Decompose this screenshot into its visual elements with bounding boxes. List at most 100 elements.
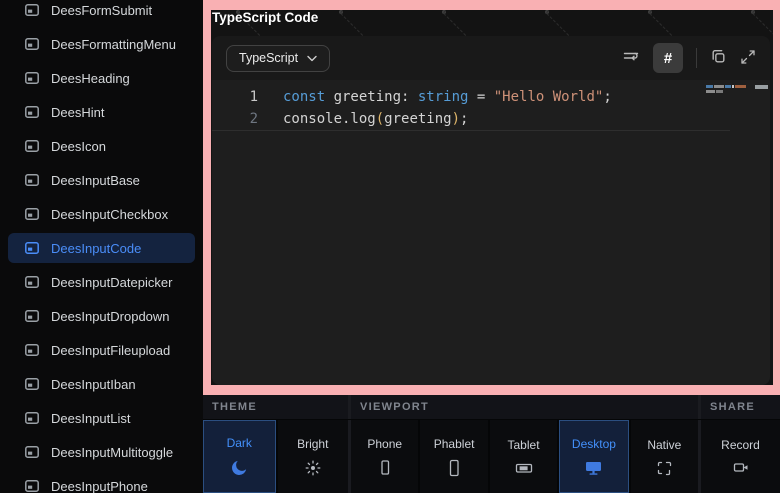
sidebar-item-label: DeesIcon: [51, 139, 106, 154]
sidebar-item-label: DeesInputDatepicker: [51, 275, 172, 290]
sidebar-item-DeesFormattingMenu[interactable]: DeesFormattingMenu: [8, 29, 195, 59]
bottom-toolbar: THEMEVIEWPORTSHARE Dark Bright Phone Phable…: [203, 395, 780, 493]
phablet-button[interactable]: Phablet: [420, 420, 487, 493]
line-number: 2: [212, 108, 258, 130]
editor-toolbar: TypeScript: [212, 36, 770, 80]
code-line-2: 2console.log(greeting);: [212, 108, 770, 130]
native-icon: [656, 460, 672, 476]
sidebar-item-label: DeesInputFileupload: [51, 343, 170, 358]
section-label-share: SHARE: [701, 395, 780, 419]
component-icon: [25, 140, 39, 152]
button-label: Bright: [297, 437, 328, 451]
code-lines: 1const greeting: string = "Hello World";…: [212, 86, 770, 130]
phone-button[interactable]: Phone: [351, 420, 418, 493]
code-text: const greeting: string = "Hello World";: [258, 86, 612, 108]
component-icon: [25, 344, 39, 356]
sidebar-item-DeesInputIban[interactable]: DeesInputIban: [8, 369, 195, 399]
native-button[interactable]: Native: [631, 420, 698, 493]
word-wrap-icon: [622, 49, 640, 68]
button-label: Native: [647, 438, 681, 452]
pattern-line: [546, 10, 572, 13]
sidebar-item-DeesIcon[interactable]: DeesIcon: [8, 131, 195, 161]
component-icon: [25, 72, 39, 84]
section-label-theme: THEME: [203, 395, 351, 419]
bottom-toolbar-buttons: Dark Bright Phone Phablet Tablet Desktop Nativ…: [203, 419, 780, 493]
expand-button[interactable]: [740, 49, 756, 68]
code-area[interactable]: 1const greeting: string = "Hello World";…: [212, 80, 770, 385]
section-label-viewport: VIEWPORT: [351, 395, 701, 419]
pattern-line: [649, 10, 675, 13]
sidebar-item-label: DeesFormSubmit: [51, 3, 152, 18]
sidebar-item-label: DeesHint: [51, 105, 104, 120]
minimap-segment: [735, 85, 746, 88]
component-icon: [25, 174, 39, 186]
minimap-segment: [716, 90, 723, 93]
sidebar-item-DeesInputCode[interactable]: DeesInputCode: [8, 233, 195, 263]
sidebar-list: DeesFormSubmit DeesFormattingMenu DeesHead…: [0, 0, 203, 493]
tablet-button[interactable]: Tablet: [490, 420, 557, 493]
sidebar-item-label: DeesInputBase: [51, 173, 140, 188]
component-icon: [25, 38, 39, 50]
section-theme: Dark Bright: [203, 420, 351, 493]
sidebar-item-DeesInputDatepicker[interactable]: DeesInputDatepicker: [8, 267, 195, 297]
sidebar: DeesFormSubmit DeesFormattingMenu DeesHead…: [0, 0, 203, 493]
code-line-1: 1const greeting: string = "Hello World";: [212, 86, 770, 108]
minimap-row: [706, 90, 752, 93]
button-label: Phone: [367, 437, 402, 451]
line-number: 1: [212, 86, 258, 108]
minimap-segment: [706, 85, 713, 88]
toolbar-divider: [696, 48, 697, 68]
button-label: Tablet: [508, 438, 540, 452]
sidebar-item-label: DeesInputCode: [51, 241, 141, 256]
button-label: Desktop: [572, 437, 616, 451]
sidebar-item-DeesHint[interactable]: DeesHint: [8, 97, 195, 127]
sidebar-item-DeesInputBase[interactable]: DeesInputBase: [8, 165, 195, 195]
demo-area: TypeScript Code TypeScript: [211, 10, 773, 385]
component-icon: [25, 378, 39, 390]
sidebar-item-DeesInputFileupload[interactable]: DeesInputFileupload: [8, 335, 195, 365]
app-window: DeesFormSubmit DeesFormattingMenu DeesHead…: [0, 0, 780, 493]
pattern-line: [752, 10, 773, 13]
component-icon: [25, 4, 39, 16]
chevron-down-icon: [307, 51, 317, 65]
component-icon: [25, 208, 39, 220]
minimap[interactable]: [706, 85, 752, 95]
component-icon: [25, 310, 39, 322]
pattern-line: [340, 10, 366, 13]
desktop-icon: [584, 459, 603, 476]
record-icon: [732, 460, 750, 475]
sidebar-item-DeesInputCheckbox[interactable]: DeesInputCheckbox: [8, 199, 195, 229]
sidebar-item-DeesInputDropdown[interactable]: DeesInputDropdown: [8, 301, 195, 331]
copy-button[interactable]: [710, 48, 727, 68]
line-numbers-button[interactable]: #: [653, 43, 683, 73]
expand-icon: [740, 49, 756, 68]
minimap-segment: [714, 85, 724, 88]
sidebar-item-DeesInputMultitoggle[interactable]: DeesInputMultitoggle: [8, 437, 195, 467]
button-label: Phablet: [434, 437, 475, 451]
tablet-icon: [515, 460, 533, 476]
sidebar-item-DeesFormSubmit[interactable]: DeesFormSubmit: [8, 0, 195, 25]
minimap-segment: [732, 85, 734, 88]
scrollbar-thumb[interactable]: [755, 85, 768, 89]
component-icon: [25, 276, 39, 288]
button-label: Dark: [227, 436, 252, 450]
component-icon: [25, 412, 39, 424]
word-wrap-button[interactable]: [622, 49, 640, 68]
phablet-icon: [446, 459, 462, 477]
sidebar-item-label: DeesInputMultitoggle: [51, 445, 173, 460]
language-selector[interactable]: TypeScript: [226, 45, 330, 72]
dark-button[interactable]: Dark: [203, 420, 276, 493]
section-share: Record: [701, 420, 780, 493]
record-button[interactable]: Record: [701, 420, 780, 493]
bright-button[interactable]: Bright: [278, 420, 349, 493]
toolbar-icons: #: [622, 43, 756, 73]
sidebar-item-DeesInputList[interactable]: DeesInputList: [8, 403, 195, 433]
sidebar-item-DeesInputPhone[interactable]: DeesInputPhone: [8, 471, 195, 493]
button-label: Record: [721, 438, 760, 452]
phone-icon: [377, 459, 393, 476]
sidebar-item-label: DeesFormattingMenu: [51, 37, 176, 52]
minimap-row: [706, 85, 752, 88]
desktop-button[interactable]: Desktop: [559, 420, 628, 493]
code-editor-panel: TypeScript: [212, 36, 770, 385]
sidebar-item-DeesHeading[interactable]: DeesHeading: [8, 63, 195, 93]
